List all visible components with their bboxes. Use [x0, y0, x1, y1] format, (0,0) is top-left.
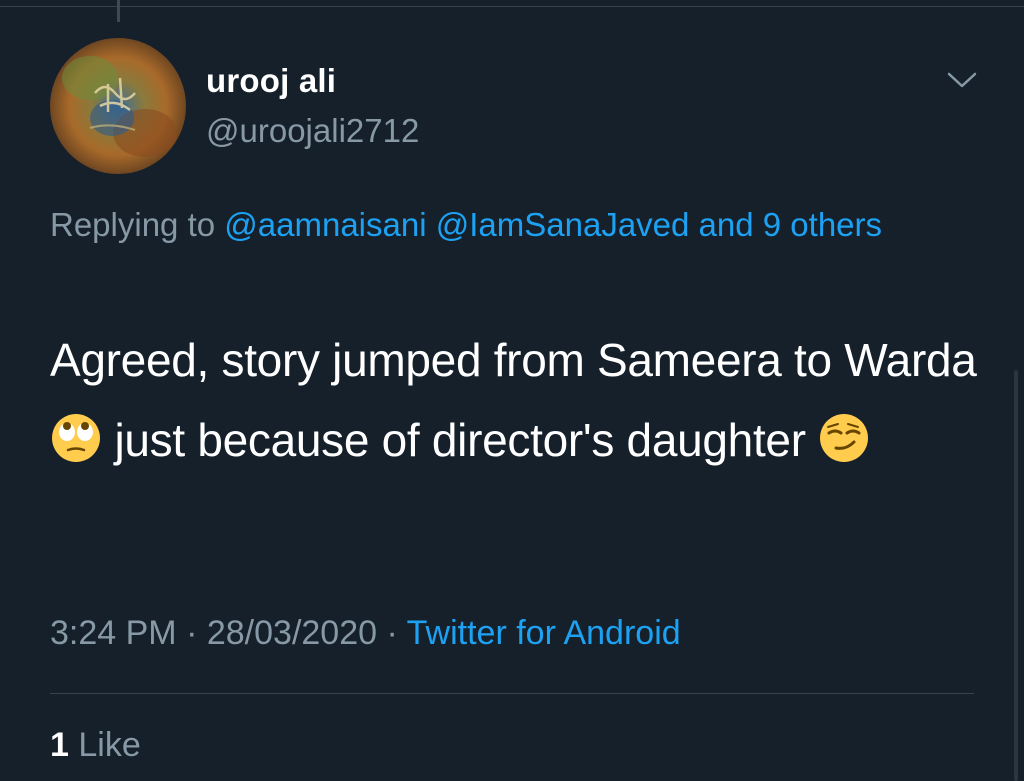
scrollbar[interactable] [1014, 370, 1018, 781]
likes-summary[interactable]: 1 Like [50, 726, 141, 765]
avatar[interactable] [50, 38, 186, 174]
replying-to: Replying to @aamnaisani @IamSanaJaved an… [50, 196, 950, 254]
face-with-rolling-eyes-emoji-icon [50, 412, 102, 464]
meta-separator: · [186, 614, 198, 652]
thread-connector-line [117, 0, 120, 22]
reply-mention-link[interactable]: @aamnaisani [224, 206, 426, 243]
tweet-source-link[interactable]: Twitter for Android [407, 614, 681, 652]
tweet-date[interactable]: 28/03/2020 [207, 614, 377, 652]
smirking-face-emoji-icon [818, 412, 870, 464]
chevron-down-icon[interactable] [946, 70, 978, 90]
tweet-metadata: 3:24 PM · 28/03/2020 · Twitter for Andro… [50, 614, 681, 653]
like-count: 1 [50, 726, 69, 764]
tweet-text: Agreed, story jumped from Sameera to War… [50, 320, 990, 480]
reply-others-link[interactable]: and 9 others [699, 206, 882, 243]
user-handle[interactable]: @uroojali2712 [206, 112, 419, 150]
reply-mention-link[interactable]: @IamSanaJaved [436, 206, 690, 243]
top-border [0, 6, 1024, 7]
display-name[interactable]: urooj ali [206, 62, 336, 100]
tweet-time[interactable]: 3:24 PM [50, 614, 177, 652]
like-label: Like [78, 726, 141, 764]
tweet-text-part: just because of director's daughter [102, 414, 819, 466]
replying-to-label: Replying to [50, 206, 216, 243]
tweet-text-part: Agreed, story jumped from Sameera to War… [50, 334, 977, 386]
meta-separator: · [386, 614, 398, 652]
divider [50, 693, 974, 694]
tweet-detail-view: urooj ali @uroojali2712 Replying to @aam… [0, 0, 1024, 781]
avatar-calligraphy-image [50, 38, 186, 174]
